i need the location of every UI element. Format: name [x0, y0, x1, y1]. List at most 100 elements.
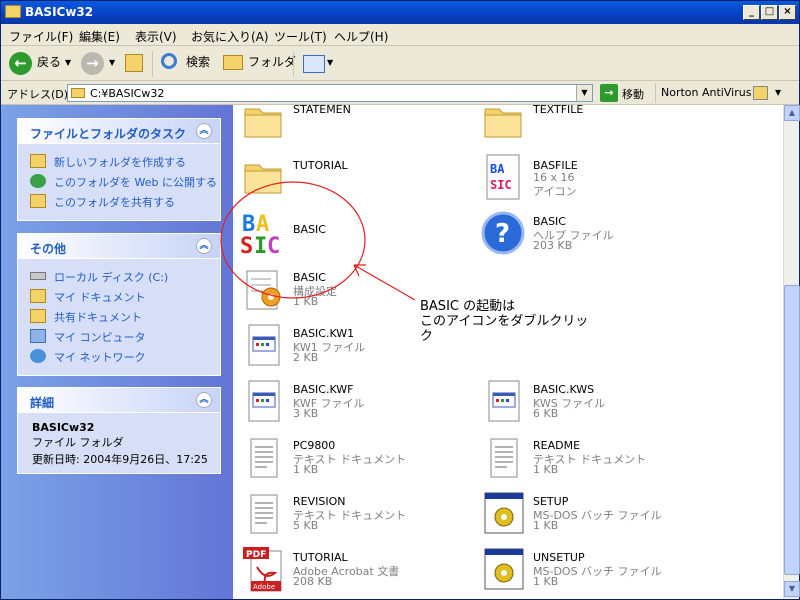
svg-text:C: C [267, 234, 280, 257]
place-my-documents[interactable]: マイ ドキュメント [18, 287, 220, 307]
panel-title: ファイルとフォルダのタスク [30, 127, 187, 141]
file-item[interactable]: PC9800 テキスト ドキュメント 1 KB [233, 433, 473, 485]
svg-text:I: I [254, 234, 267, 257]
detail-name: BASICw32 [32, 421, 95, 434]
file-item[interactable]: SETUP MS-DOS バッチ ファイル 1 KB [473, 489, 713, 541]
place-my-computer[interactable]: マイ コンピュータ [18, 327, 220, 347]
panel-title: その他 [30, 242, 67, 256]
file-item[interactable]: TUTORIAL [233, 153, 473, 205]
address-dropdown-button[interactable]: ▼ [576, 85, 592, 101]
address-input[interactable]: C:¥BASICw32 ▼ [67, 84, 593, 102]
toolbar: ← 戻る ▼ → ▼ 検索 フォルダ ▼ [1, 47, 799, 81]
place-label: 共有ドキュメント [54, 311, 142, 324]
panel-header[interactable]: その他 ︽ [18, 234, 220, 259]
file-item[interactable]: BA SIC BASFILE 16 x 16 アイコン [473, 153, 713, 205]
task-share-folder[interactable]: このフォルダを共有する [18, 192, 220, 212]
file-item[interactable]: BASIC.KWF KWF ファイル 3 KB [233, 377, 473, 429]
back-arrow-icon[interactable]: ← [9, 52, 32, 75]
folder-icon [244, 108, 282, 138]
detail-date: 更新日時: 2004年9月26日、17:25 [32, 453, 208, 466]
batch-file-icon [484, 548, 524, 590]
norton-antivirus-label[interactable]: Norton AntiVirus [661, 86, 751, 99]
file-item[interactable]: UNSETUP MS-DOS バッチ ファイル 1 KB [473, 545, 713, 597]
file-item[interactable]: STATEMEN [233, 105, 473, 149]
share-folder-icon [30, 194, 46, 208]
go-arrow-icon[interactable]: → [600, 84, 618, 102]
views-icon[interactable] [303, 55, 325, 73]
views-dropdown-icon[interactable]: ▼ [327, 58, 333, 67]
basic-icon: B A S I C [240, 212, 280, 257]
close-button[interactable]: × [779, 5, 796, 20]
task-publish-web[interactable]: このフォルダを Web に公開する [18, 172, 220, 192]
menu-edit[interactable]: 編集(E) [79, 28, 120, 45]
menu-favorites[interactable]: お気に入り(A) [191, 28, 269, 45]
folders-icon[interactable] [223, 55, 243, 70]
basic-icon: BA SIC [486, 154, 520, 200]
file-meta: 1 KB [533, 575, 559, 588]
pdf-icon: PDF Adobe [243, 547, 282, 592]
svg-text:SIC: SIC [490, 178, 512, 192]
back-button[interactable]: 戻る [37, 53, 61, 70]
file-item[interactable]: PDF Adobe TUTORIAL Adobe Acrobat 文書 208 … [233, 545, 473, 597]
norton-icon[interactable] [753, 86, 768, 100]
panel-header[interactable]: ファイルとフォルダのタスク ︽ [18, 119, 220, 144]
file-meta: 1 KB [293, 295, 319, 308]
generic-file-icon [248, 380, 280, 422]
place-shared-documents[interactable]: 共有ドキュメント [18, 307, 220, 327]
scroll-down-button[interactable]: ▼ [784, 581, 800, 597]
shared-documents-icon [30, 309, 46, 323]
svg-text:?: ? [495, 219, 510, 249]
scroll-up-button[interactable]: ▲ [784, 105, 800, 121]
explorer-window: BASICw32 _ □ × ファイル(F) 編集(E) 表示(V) お気に入り… [0, 0, 800, 600]
menu-file[interactable]: ファイル(F) [9, 28, 73, 45]
svg-text:Adobe: Adobe [253, 583, 275, 591]
collapse-chevron-icon[interactable]: ︽ [196, 392, 212, 408]
folders-button[interactable]: フォルダ [248, 53, 296, 70]
menu-tools[interactable]: ツール(T) [274, 28, 327, 45]
file-item[interactable]: TEXTFILE [473, 105, 713, 149]
panel-header[interactable]: 詳細 ︽ [18, 388, 220, 413]
task-label: このフォルダを Web に公開する [54, 176, 217, 189]
file-name: TEXTFILE [533, 105, 584, 116]
file-item[interactable]: REVISION テキスト ドキュメント 5 KB [233, 489, 473, 541]
search-button[interactable]: 検索 [186, 53, 210, 70]
file-name: TUTORIAL [293, 159, 348, 172]
place-local-disk[interactable]: ローカル ディスク (C:) [18, 267, 220, 287]
annotation-note: BASIC の起動は このアイコンをダブルクリッ ク [420, 299, 588, 344]
go-button[interactable]: 移動 [622, 86, 644, 102]
annotation-line: このアイコンをダブルクリッ [420, 314, 589, 329]
file-name: BASIC [293, 223, 326, 236]
address-label: アドレス(D) [7, 88, 69, 101]
maximize-button[interactable]: □ [761, 5, 778, 20]
collapse-chevron-icon[interactable]: ︽ [196, 238, 212, 254]
file-meta: 1 KB [533, 519, 559, 532]
file-item[interactable]: ? BASIC ヘルプ ファイル 203 KB [473, 209, 713, 261]
menu-help[interactable]: ヘルプ(H) [334, 28, 388, 45]
help-icon: ? [481, 211, 525, 255]
back-dropdown-icon[interactable]: ▼ [65, 58, 71, 67]
batch-file-icon [484, 492, 524, 534]
task-new-folder[interactable]: 新しいフォルダを作成する [18, 152, 220, 172]
file-item[interactable]: B A S I C BASIC [233, 209, 473, 261]
forward-arrow-icon[interactable]: → [81, 52, 104, 75]
minimize-button[interactable]: _ [743, 5, 760, 20]
norton-dropdown-icon[interactable]: ▼ [775, 88, 781, 97]
up-folder-icon[interactable] [125, 54, 143, 72]
place-my-network[interactable]: マイ ネットワーク [18, 347, 220, 367]
vertical-scrollbar[interactable]: ▲ ▼ [783, 105, 800, 599]
scroll-thumb[interactable] [784, 285, 800, 575]
menu-view[interactable]: 表示(V) [135, 28, 177, 45]
collapse-chevron-icon[interactable]: ︽ [196, 123, 212, 139]
svg-text:S: S [240, 234, 253, 257]
search-icon[interactable] [161, 53, 177, 69]
forward-dropdown-icon[interactable]: ▼ [109, 58, 115, 67]
title-bar[interactable]: BASICw32 _ □ × [1, 1, 799, 24]
file-meta: 203 KB [533, 239, 573, 252]
file-item[interactable]: README テキスト ドキュメント 1 KB [473, 433, 713, 485]
place-label: ローカル ディスク (C:) [54, 271, 169, 284]
file-item[interactable]: BASIC.KWS KWS ファイル 6 KB [473, 377, 713, 429]
content-area: ファイルとフォルダのタスク ︽ 新しいフォルダを作成する このフォルダを Web… [1, 105, 783, 599]
place-label: マイ ドキュメント [54, 291, 146, 304]
config-icon [246, 270, 281, 310]
folder-icon [5, 5, 21, 18]
